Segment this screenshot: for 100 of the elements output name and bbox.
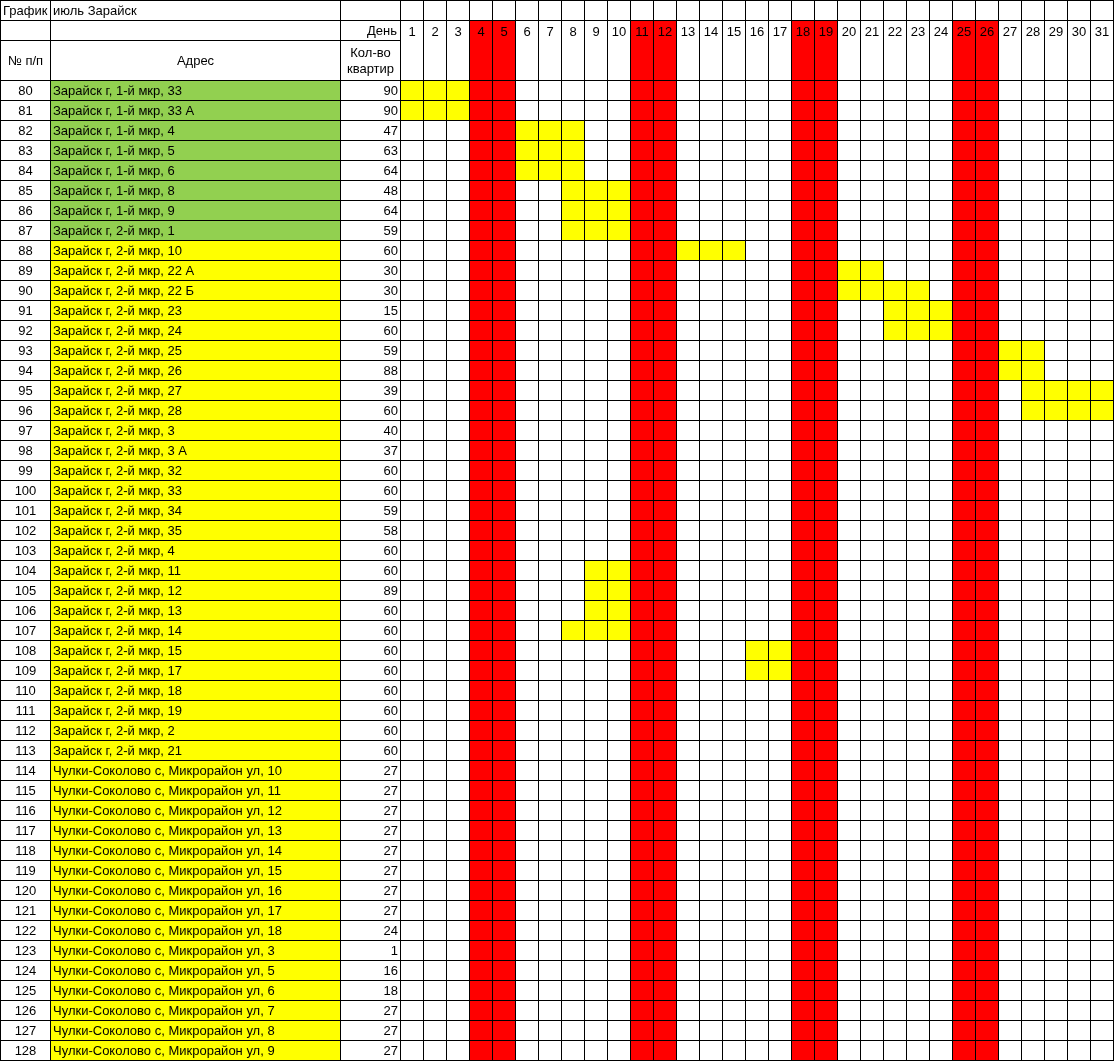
row-number: 99 <box>0 460 51 481</box>
quantity-cell: 27 <box>340 1000 401 1021</box>
quantity-cell: 37 <box>340 440 401 461</box>
row-number: 93 <box>0 340 51 361</box>
row-number: 121 <box>0 900 51 921</box>
row-number: 83 <box>0 140 51 161</box>
quantity-cell: 1 <box>340 940 401 961</box>
row-number: 84 <box>0 160 51 181</box>
quantity-cell: 60 <box>340 400 401 421</box>
row-number: 108 <box>0 640 51 661</box>
column-header: Адрес <box>50 40 341 81</box>
row-number: 123 <box>0 940 51 961</box>
row-number: 104 <box>0 560 51 581</box>
row-number: 96 <box>0 400 51 421</box>
column-header: № п/п <box>0 40 51 81</box>
quantity-cell: 59 <box>340 220 401 241</box>
quantity-cell: 30 <box>340 280 401 301</box>
row-number: 115 <box>0 780 51 801</box>
quantity-cell: 47 <box>340 120 401 141</box>
quantity-cell: 16 <box>340 960 401 981</box>
table-cell: График <box>0 0 51 21</box>
sheet-title: июль Зарайск <box>50 0 341 21</box>
row-number: 81 <box>0 100 51 121</box>
quantity-cell: 24 <box>340 920 401 941</box>
row-number: 94 <box>0 360 51 381</box>
quantity-cell: 60 <box>340 640 401 661</box>
quantity-cell: 59 <box>340 340 401 361</box>
row-number: 109 <box>0 660 51 681</box>
quantity-cell: 88 <box>340 360 401 381</box>
quantity-cell: 60 <box>340 240 401 261</box>
row-number: 97 <box>0 420 51 441</box>
row-number: 98 <box>0 440 51 461</box>
row-number: 90 <box>0 280 51 301</box>
quantity-cell: 27 <box>340 900 401 921</box>
quantity-cell: 27 <box>340 880 401 901</box>
quantity-cell: 27 <box>340 800 401 821</box>
quantity-cell: 39 <box>340 380 401 401</box>
quantity-cell: 64 <box>340 200 401 221</box>
quantity-cell: 60 <box>340 680 401 701</box>
quantity-cell: 27 <box>340 780 401 801</box>
quantity-cell: 30 <box>340 260 401 281</box>
row-number: 107 <box>0 620 51 641</box>
quantity-cell: 60 <box>340 700 401 721</box>
row-number: 118 <box>0 840 51 861</box>
row-number: 126 <box>0 1000 51 1021</box>
quantity-cell: 27 <box>340 1020 401 1041</box>
quantity-cell: 60 <box>340 480 401 501</box>
quantity-cell: 59 <box>340 500 401 521</box>
quantity-cell: 90 <box>340 100 401 121</box>
row-number: 88 <box>0 240 51 261</box>
quantity-cell: 15 <box>340 300 401 321</box>
quantity-cell: 18 <box>340 980 401 1001</box>
quantity-cell: 60 <box>340 740 401 761</box>
row-number: 87 <box>0 220 51 241</box>
quantity-cell: 60 <box>340 460 401 481</box>
row-number: 91 <box>0 300 51 321</box>
row-number: 82 <box>0 120 51 141</box>
row-number: 119 <box>0 860 51 881</box>
row-number: 128 <box>0 1040 51 1061</box>
row-number: 111 <box>0 700 51 721</box>
row-number: 86 <box>0 200 51 221</box>
quantity-cell: 90 <box>340 80 401 101</box>
quantity-cell: 60 <box>340 620 401 641</box>
quantity-cell: 27 <box>340 820 401 841</box>
row-number: 85 <box>0 180 51 201</box>
quantity-cell: 60 <box>340 540 401 561</box>
row-number: 125 <box>0 980 51 1001</box>
quantity-cell: 60 <box>340 600 401 621</box>
row-number: 92 <box>0 320 51 341</box>
row-number: 122 <box>0 920 51 941</box>
row-number: 101 <box>0 500 51 521</box>
row-number: 103 <box>0 540 51 561</box>
row-number: 110 <box>0 680 51 701</box>
row-number: 106 <box>0 600 51 621</box>
row-number: 89 <box>0 260 51 281</box>
quantity-cell: 60 <box>340 720 401 741</box>
quantity-cell: 27 <box>340 1040 401 1061</box>
quantity-cell: 60 <box>340 660 401 681</box>
quantity-cell: 89 <box>340 580 401 601</box>
row-number: 113 <box>0 740 51 761</box>
day-header: 1 <box>400 20 424 81</box>
quantity-cell: 40 <box>340 420 401 441</box>
column-header: День <box>340 20 401 41</box>
row-number: 80 <box>0 80 51 101</box>
quantity-cell: 27 <box>340 860 401 881</box>
quantity-cell: 60 <box>340 320 401 341</box>
quantity-cell: 58 <box>340 520 401 541</box>
row-number: 100 <box>0 480 51 501</box>
quantity-cell: 63 <box>340 140 401 161</box>
row-number: 114 <box>0 760 51 781</box>
row-number: 127 <box>0 1020 51 1041</box>
row-number: 102 <box>0 520 51 541</box>
row-number: 124 <box>0 960 51 981</box>
quantity-cell: 64 <box>340 160 401 181</box>
row-number: 120 <box>0 880 51 901</box>
quantity-cell: 60 <box>340 560 401 581</box>
quantity-cell: 27 <box>340 760 401 781</box>
quantity-cell: 27 <box>340 840 401 861</box>
row-number: 105 <box>0 580 51 601</box>
row-number: 112 <box>0 720 51 741</box>
